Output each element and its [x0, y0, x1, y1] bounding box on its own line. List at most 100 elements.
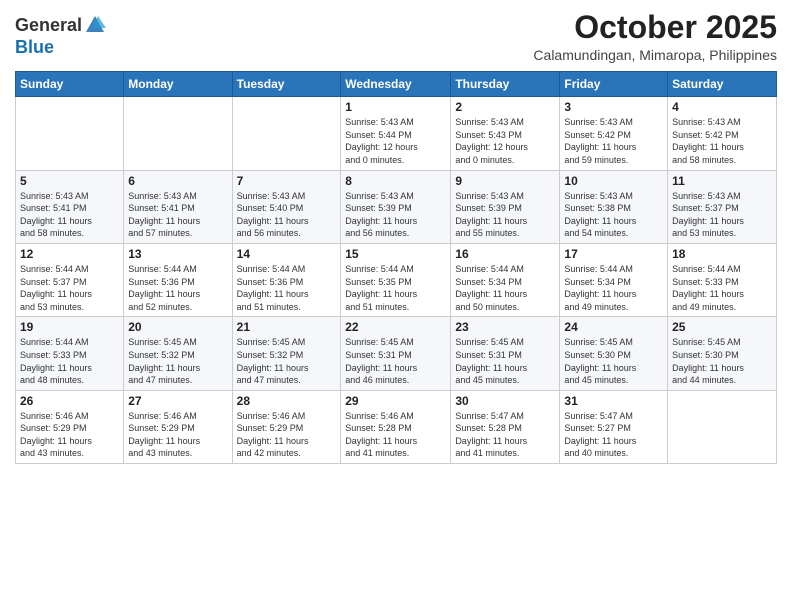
calendar-cell: 17Sunrise: 5:44 AM Sunset: 5:34 PM Dayli…	[560, 243, 668, 316]
day-number: 24	[564, 320, 663, 334]
calendar-cell	[124, 97, 232, 170]
calendar-cell: 11Sunrise: 5:43 AM Sunset: 5:37 PM Dayli…	[668, 170, 777, 243]
day-number: 7	[237, 174, 337, 188]
day-info: Sunrise: 5:43 AM Sunset: 5:39 PM Dayligh…	[455, 190, 555, 240]
day-info: Sunrise: 5:43 AM Sunset: 5:42 PM Dayligh…	[564, 116, 663, 166]
calendar-cell: 29Sunrise: 5:46 AM Sunset: 5:28 PM Dayli…	[341, 390, 451, 463]
day-info: Sunrise: 5:44 AM Sunset: 5:34 PM Dayligh…	[564, 263, 663, 313]
day-number: 21	[237, 320, 337, 334]
calendar-cell: 19 Sunrise: 5:44 AM Sunset: 5:33 PM Dayli…	[16, 317, 124, 390]
calendar-cell: 4 Sunrise: 5:43 AM Sunset: 5:42 PM Daylig…	[668, 97, 777, 170]
calendar-cell	[668, 390, 777, 463]
day-info: Sunrise: 5:44 AM Sunset: 5:33 PM Dayligh…	[672, 263, 772, 313]
logo-icon	[84, 14, 106, 36]
calendar-cell: 26Sunrise: 5:46 AM Sunset: 5:29 PM Dayli…	[16, 390, 124, 463]
calendar-cell: 28 Sunrise: 5:46 AM Sunset: 5:29 PM Dayli…	[232, 390, 341, 463]
calendar-cell: 12Sunrise: 5:44 AM Sunset: 5:37 PM Dayli…	[16, 243, 124, 316]
day-info: Sunrise: 5:43 AM Sunset: 5:40 PM Dayligh…	[237, 190, 337, 240]
title-block: October 2025 Calamundingan, Mimaropa, Ph…	[533, 10, 777, 63]
day-info: Sunrise: 5:43 AM Sunset: 5:44 PM Dayligh…	[345, 116, 446, 166]
day-number: 28	[237, 394, 337, 408]
day-info: Sunrise: 5:47 AM Sunset: 5:27 PM Dayligh…	[564, 410, 663, 460]
day-number: 23	[455, 320, 555, 334]
day-info: Sunrise: 5:44 AM Sunset: 5:35 PM Dayligh…	[345, 263, 446, 313]
day-number: 8	[345, 174, 446, 188]
day-info: Sunrise: 5:46 AM Sunset: 5:29 PM Dayligh…	[237, 410, 337, 460]
day-number: 22	[345, 320, 446, 334]
day-info: Sunrise: 5:43 AM Sunset: 5:41 PM Dayligh…	[128, 190, 227, 240]
day-info: Sunrise: 5:44 AM Sunset: 5:36 PM Dayligh…	[128, 263, 227, 313]
logo-general: General	[15, 15, 82, 35]
day-number: 9	[455, 174, 555, 188]
logo-blue: Blue	[15, 37, 54, 57]
calendar-cell: 13 Sunrise: 5:44 AM Sunset: 5:36 PM Dayli…	[124, 243, 232, 316]
day-number: 16	[455, 247, 555, 261]
day-number: 1	[345, 100, 446, 114]
calendar-cell	[16, 97, 124, 170]
calendar-cell: 14Sunrise: 5:44 AM Sunset: 5:36 PM Dayli…	[232, 243, 341, 316]
calendar-week-row: 26Sunrise: 5:46 AM Sunset: 5:29 PM Dayli…	[16, 390, 777, 463]
calendar-cell: 25 Sunrise: 5:45 AM Sunset: 5:30 PM Dayli…	[668, 317, 777, 390]
day-number: 5	[20, 174, 119, 188]
calendar-table: Sunday Monday Tuesday Wednesday Thursday…	[15, 71, 777, 464]
col-thursday: Thursday	[451, 72, 560, 97]
day-number: 25	[672, 320, 772, 334]
calendar-cell: 1 Sunrise: 5:43 AM Sunset: 5:44 PM Daylig…	[341, 97, 451, 170]
day-info: Sunrise: 5:45 AM Sunset: 5:32 PM Dayligh…	[128, 336, 227, 386]
calendar-cell: 16 Sunrise: 5:44 AM Sunset: 5:34 PM Dayli…	[451, 243, 560, 316]
day-info: Sunrise: 5:44 AM Sunset: 5:33 PM Dayligh…	[20, 336, 119, 386]
calendar-week-row: 5 Sunrise: 5:43 AM Sunset: 5:41 PM Daylig…	[16, 170, 777, 243]
calendar-cell: 18 Sunrise: 5:44 AM Sunset: 5:33 PM Dayli…	[668, 243, 777, 316]
day-info: Sunrise: 5:43 AM Sunset: 5:38 PM Dayligh…	[564, 190, 663, 240]
day-number: 18	[672, 247, 772, 261]
day-number: 30	[455, 394, 555, 408]
calendar-cell: 10Sunrise: 5:43 AM Sunset: 5:38 PM Dayli…	[560, 170, 668, 243]
calendar-cell: 23 Sunrise: 5:45 AM Sunset: 5:31 PM Dayli…	[451, 317, 560, 390]
day-number: 19	[20, 320, 119, 334]
day-info: Sunrise: 5:43 AM Sunset: 5:39 PM Dayligh…	[345, 190, 446, 240]
day-info: Sunrise: 5:46 AM Sunset: 5:28 PM Dayligh…	[345, 410, 446, 460]
calendar-cell: 5 Sunrise: 5:43 AM Sunset: 5:41 PM Daylig…	[16, 170, 124, 243]
day-number: 27	[128, 394, 227, 408]
calendar-cell: 3Sunrise: 5:43 AM Sunset: 5:42 PM Daylig…	[560, 97, 668, 170]
col-friday: Friday	[560, 72, 668, 97]
day-info: Sunrise: 5:45 AM Sunset: 5:30 PM Dayligh…	[672, 336, 772, 386]
calendar-week-row: 1 Sunrise: 5:43 AM Sunset: 5:44 PM Daylig…	[16, 97, 777, 170]
day-number: 11	[672, 174, 772, 188]
location-subtitle: Calamundingan, Mimaropa, Philippines	[533, 47, 777, 63]
month-title: October 2025	[533, 10, 777, 45]
calendar-week-row: 12Sunrise: 5:44 AM Sunset: 5:37 PM Dayli…	[16, 243, 777, 316]
day-info: Sunrise: 5:44 AM Sunset: 5:34 PM Dayligh…	[455, 263, 555, 313]
day-number: 4	[672, 100, 772, 114]
calendar-cell: 22 Sunrise: 5:45 AM Sunset: 5:31 PM Dayli…	[341, 317, 451, 390]
day-number: 15	[345, 247, 446, 261]
page: General Blue October 2025 Calamundingan,…	[0, 0, 792, 612]
col-saturday: Saturday	[668, 72, 777, 97]
calendar-cell: 27 Sunrise: 5:46 AM Sunset: 5:29 PM Dayli…	[124, 390, 232, 463]
header: General Blue October 2025 Calamundingan,…	[15, 10, 777, 63]
calendar-cell: 24 Sunrise: 5:45 AM Sunset: 5:30 PM Dayli…	[560, 317, 668, 390]
calendar-header-row: Sunday Monday Tuesday Wednesday Thursday…	[16, 72, 777, 97]
day-number: 13	[128, 247, 227, 261]
day-info: Sunrise: 5:45 AM Sunset: 5:30 PM Dayligh…	[564, 336, 663, 386]
calendar-cell: 2 Sunrise: 5:43 AM Sunset: 5:43 PM Daylig…	[451, 97, 560, 170]
day-info: Sunrise: 5:43 AM Sunset: 5:41 PM Dayligh…	[20, 190, 119, 240]
col-wednesday: Wednesday	[341, 72, 451, 97]
calendar-cell: 15 Sunrise: 5:44 AM Sunset: 5:35 PM Dayli…	[341, 243, 451, 316]
day-number: 31	[564, 394, 663, 408]
col-sunday: Sunday	[16, 72, 124, 97]
calendar-cell: 30 Sunrise: 5:47 AM Sunset: 5:28 PM Dayli…	[451, 390, 560, 463]
day-info: Sunrise: 5:43 AM Sunset: 5:42 PM Dayligh…	[672, 116, 772, 166]
day-info: Sunrise: 5:46 AM Sunset: 5:29 PM Dayligh…	[128, 410, 227, 460]
calendar-cell: 8 Sunrise: 5:43 AM Sunset: 5:39 PM Daylig…	[341, 170, 451, 243]
day-info: Sunrise: 5:45 AM Sunset: 5:31 PM Dayligh…	[455, 336, 555, 386]
day-number: 20	[128, 320, 227, 334]
col-tuesday: Tuesday	[232, 72, 341, 97]
day-info: Sunrise: 5:47 AM Sunset: 5:28 PM Dayligh…	[455, 410, 555, 460]
day-info: Sunrise: 5:46 AM Sunset: 5:29 PM Dayligh…	[20, 410, 119, 460]
calendar-cell: 21Sunrise: 5:45 AM Sunset: 5:32 PM Dayli…	[232, 317, 341, 390]
day-info: Sunrise: 5:43 AM Sunset: 5:43 PM Dayligh…	[455, 116, 555, 166]
day-info: Sunrise: 5:45 AM Sunset: 5:31 PM Dayligh…	[345, 336, 446, 386]
day-number: 2	[455, 100, 555, 114]
calendar-cell: 6Sunrise: 5:43 AM Sunset: 5:41 PM Daylig…	[124, 170, 232, 243]
